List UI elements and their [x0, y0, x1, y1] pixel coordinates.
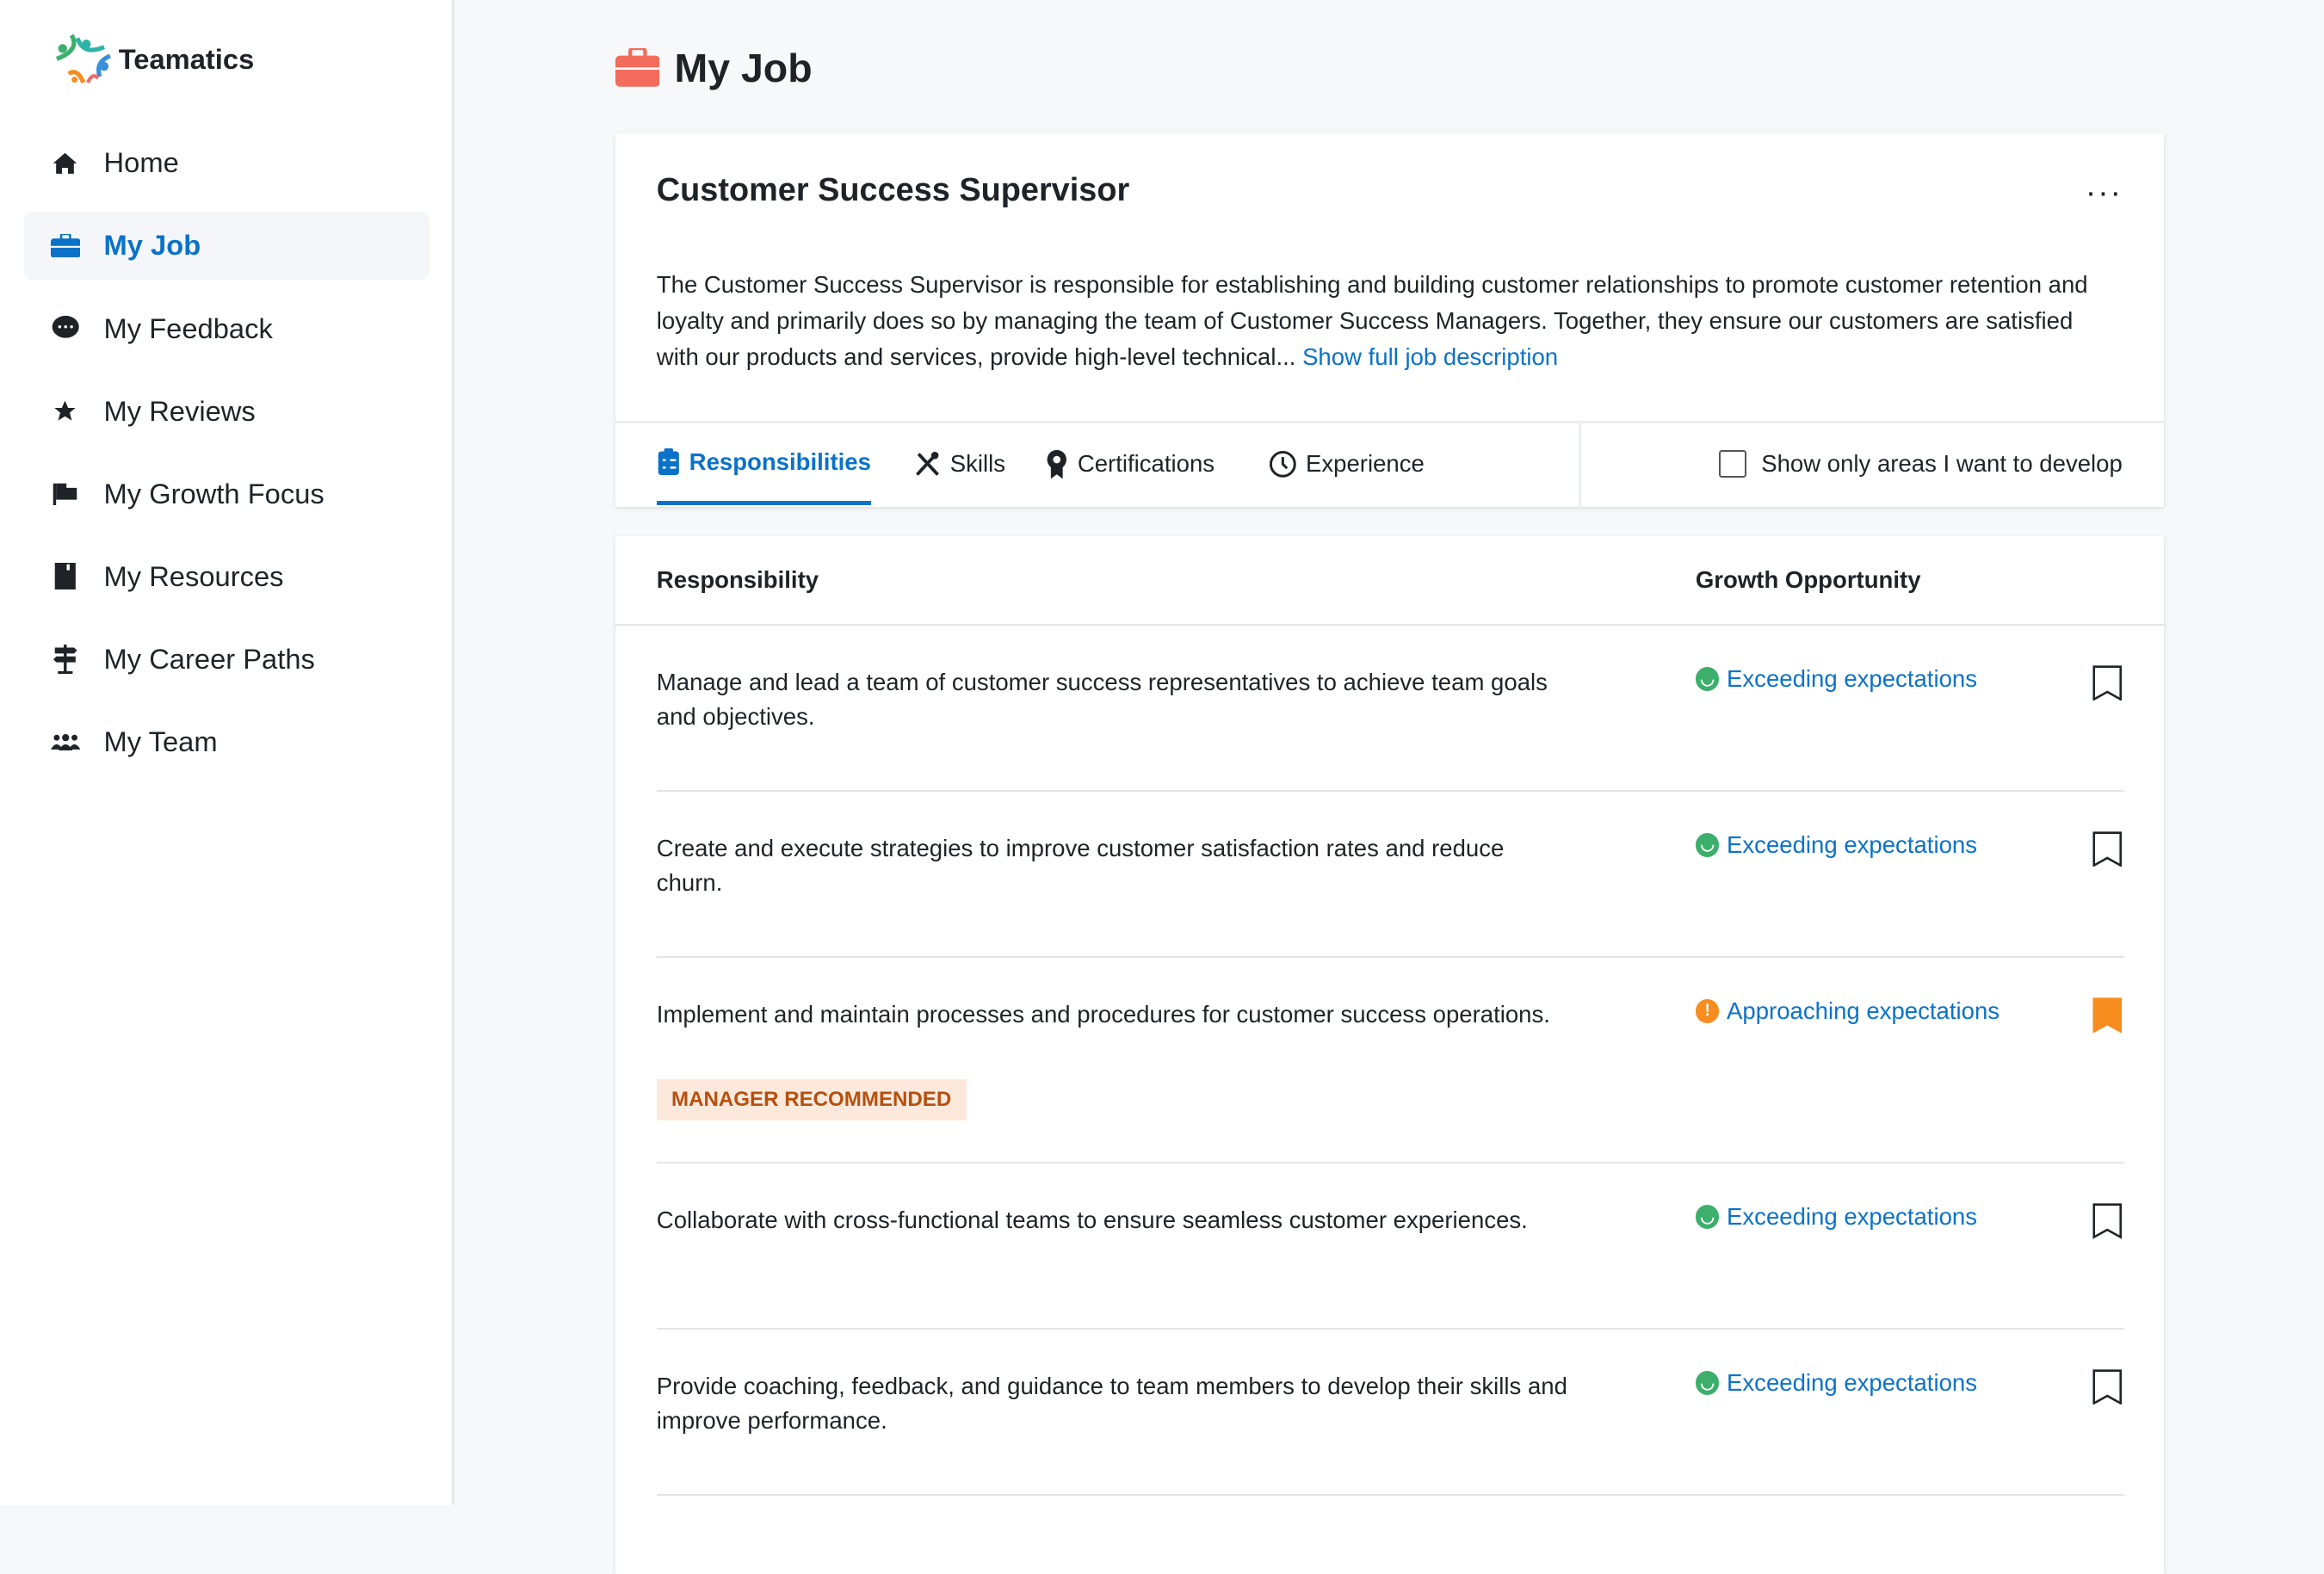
- sidebar-item-my-growth-focus[interactable]: My Growth Focus: [24, 460, 430, 528]
- responsibility-text: Collaborate with cross-functional teams …: [656, 1207, 1528, 1234]
- sidebar-item-my-reviews[interactable]: My Reviews: [24, 377, 430, 445]
- smile-icon: ◡: [1695, 667, 1720, 691]
- award-icon: [1047, 450, 1066, 479]
- responsibility-text: Provide coaching, feedback, and guidance…: [656, 1373, 1567, 1434]
- tab-label: Responsibilities: [689, 448, 871, 475]
- manager-recommended-badge: MANAGER RECOMMENDED: [656, 1078, 967, 1121]
- sidebar-item-my-career-paths[interactable]: My Career Paths: [24, 625, 430, 693]
- checkbox-box[interactable]: [1719, 450, 1746, 478]
- growth-status-link[interactable]: ◡ Exceeding expectations: [1695, 1203, 1977, 1231]
- job-title: Customer Success Supervisor: [656, 171, 1130, 208]
- sidebar-item-my-resources[interactable]: My Resources: [24, 542, 430, 610]
- tab-label: Experience: [1306, 450, 1425, 478]
- clipboard-list-icon: [658, 448, 679, 476]
- checkbox-label: Show only areas I want to develop: [1761, 450, 2123, 477]
- clock-icon: [1269, 450, 1296, 478]
- status-label: Exceeding expectations: [1727, 665, 1977, 693]
- briefcase-icon: [615, 48, 660, 88]
- sidebar-item-label: My Feedback: [103, 312, 273, 344]
- responsibilities-table: Responsibility Growth Opportunity Manage…: [615, 536, 2165, 1574]
- table-row: Manage and lead a team of customer succe…: [656, 624, 2124, 792]
- flag-icon: [51, 478, 80, 508]
- tab-responsibilities[interactable]: Responsibilities: [656, 423, 871, 505]
- smile-icon: ◡: [1695, 833, 1720, 857]
- table-row: Provide coaching, feedback, and guidance…: [656, 1328, 2124, 1496]
- smile-icon: ◡: [1695, 1205, 1720, 1229]
- sidebar-item-label: Home: [103, 146, 179, 179]
- sidebar-item-label: My Reviews: [103, 394, 256, 427]
- briefcase-icon: [50, 231, 80, 260]
- status-label: Approaching expectations: [1727, 997, 2000, 1024]
- bookmark-filled-icon[interactable]: [2092, 997, 2123, 1034]
- status-label: Exceeding expectations: [1727, 1369, 1977, 1397]
- growth-status-link[interactable]: ◡ Exceeding expectations: [1695, 830, 1977, 859]
- smile-icon: ◡: [1695, 1371, 1720, 1395]
- job-card: Customer Success Supervisor ··· The Cust…: [615, 133, 2165, 509]
- sidebar-item-label: My Job: [103, 229, 201, 262]
- table-row: Implement and maintain processes and pro…: [656, 956, 2124, 1164]
- sidebar-item-home[interactable]: Home: [24, 129, 430, 197]
- star-icon: [51, 396, 80, 425]
- tab-experience[interactable]: Experience: [1269, 423, 1425, 505]
- home-icon: [51, 148, 80, 177]
- tools-icon: [916, 451, 940, 476]
- show-full-description-link[interactable]: Show full job description: [1302, 343, 1558, 370]
- table-header: Responsibility Growth Opportunity: [615, 536, 2165, 626]
- sidebar-item-label: My Team: [103, 725, 218, 757]
- sidebar-item-my-feedback[interactable]: My Feedback: [24, 294, 430, 362]
- sidebar-item-label: My Career Paths: [103, 642, 315, 675]
- page-title-text: My Job: [674, 45, 813, 90]
- tab-bar: Responsibilities Skills Certifications E…: [615, 421, 2165, 509]
- growth-status-link[interactable]: ◡ Exceeding expectations: [1695, 1369, 1977, 1397]
- team-icon: [50, 727, 80, 756]
- growth-status-link[interactable]: ◡ Exceeding expectations: [1695, 665, 1977, 693]
- responsibility-text: Create and execute strategies to improve…: [656, 834, 1505, 896]
- more-options-button[interactable]: ···: [2086, 175, 2123, 212]
- sidebar-item-my-job[interactable]: My Job: [23, 211, 430, 281]
- table-row: Collaborate with cross-functional teams …: [656, 1162, 2124, 1330]
- logo[interactable]: Teamatics: [51, 29, 255, 89]
- chat-icon: [51, 313, 80, 343]
- bookmark-icon[interactable]: [2092, 1369, 2123, 1405]
- divider: [1578, 423, 1582, 509]
- bookmark-icon[interactable]: [2092, 1203, 2123, 1239]
- responsibility-text: Implement and maintain processes and pro…: [656, 1000, 1550, 1028]
- column-header-growth-opportunity: Growth Opportunity: [1695, 565, 1921, 593]
- column-header-responsibility: Responsibility: [656, 565, 819, 593]
- tab-label: Skills: [949, 450, 1006, 478]
- job-description: The Customer Success Supervisor is respo…: [657, 267, 2110, 376]
- table-row: Create and execute strategies to improve…: [656, 790, 2124, 958]
- bookmark-icon[interactable]: [2092, 831, 2123, 867]
- signpost-icon: [51, 644, 80, 675]
- tab-certifications[interactable]: Certifications: [1045, 423, 1215, 505]
- show-only-develop-checkbox[interactable]: Show only areas I want to develop: [1719, 450, 2123, 478]
- book-icon: [51, 562, 80, 591]
- growth-status-link[interactable]: ! Approaching expectations: [1695, 997, 2000, 1025]
- status-label: Exceeding expectations: [1727, 830, 1977, 858]
- sidebar-item-my-team[interactable]: My Team: [24, 707, 430, 775]
- tab-skills[interactable]: Skills: [914, 423, 1005, 505]
- app-name: Teamatics: [118, 42, 255, 75]
- bookmark-icon[interactable]: [2092, 665, 2123, 701]
- teamatics-logo-icon: [55, 34, 111, 84]
- responsibility-text: Manage and lead a team of customer succe…: [656, 669, 1548, 730]
- exclamation-icon: !: [1695, 999, 1720, 1023]
- tab-label: Certifications: [1077, 450, 1215, 478]
- sidebar-item-label: My Growth Focus: [103, 477, 324, 509]
- sidebar-nav: Home My Job My Feedback My Reviews My Gr…: [23, 129, 430, 791]
- sidebar: Teamatics Home My Job My Feedback My Rev…: [0, 0, 455, 1506]
- page-title: My Job: [615, 45, 813, 91]
- sidebar-item-label: My Resources: [103, 559, 284, 592]
- status-label: Exceeding expectations: [1727, 1203, 1977, 1231]
